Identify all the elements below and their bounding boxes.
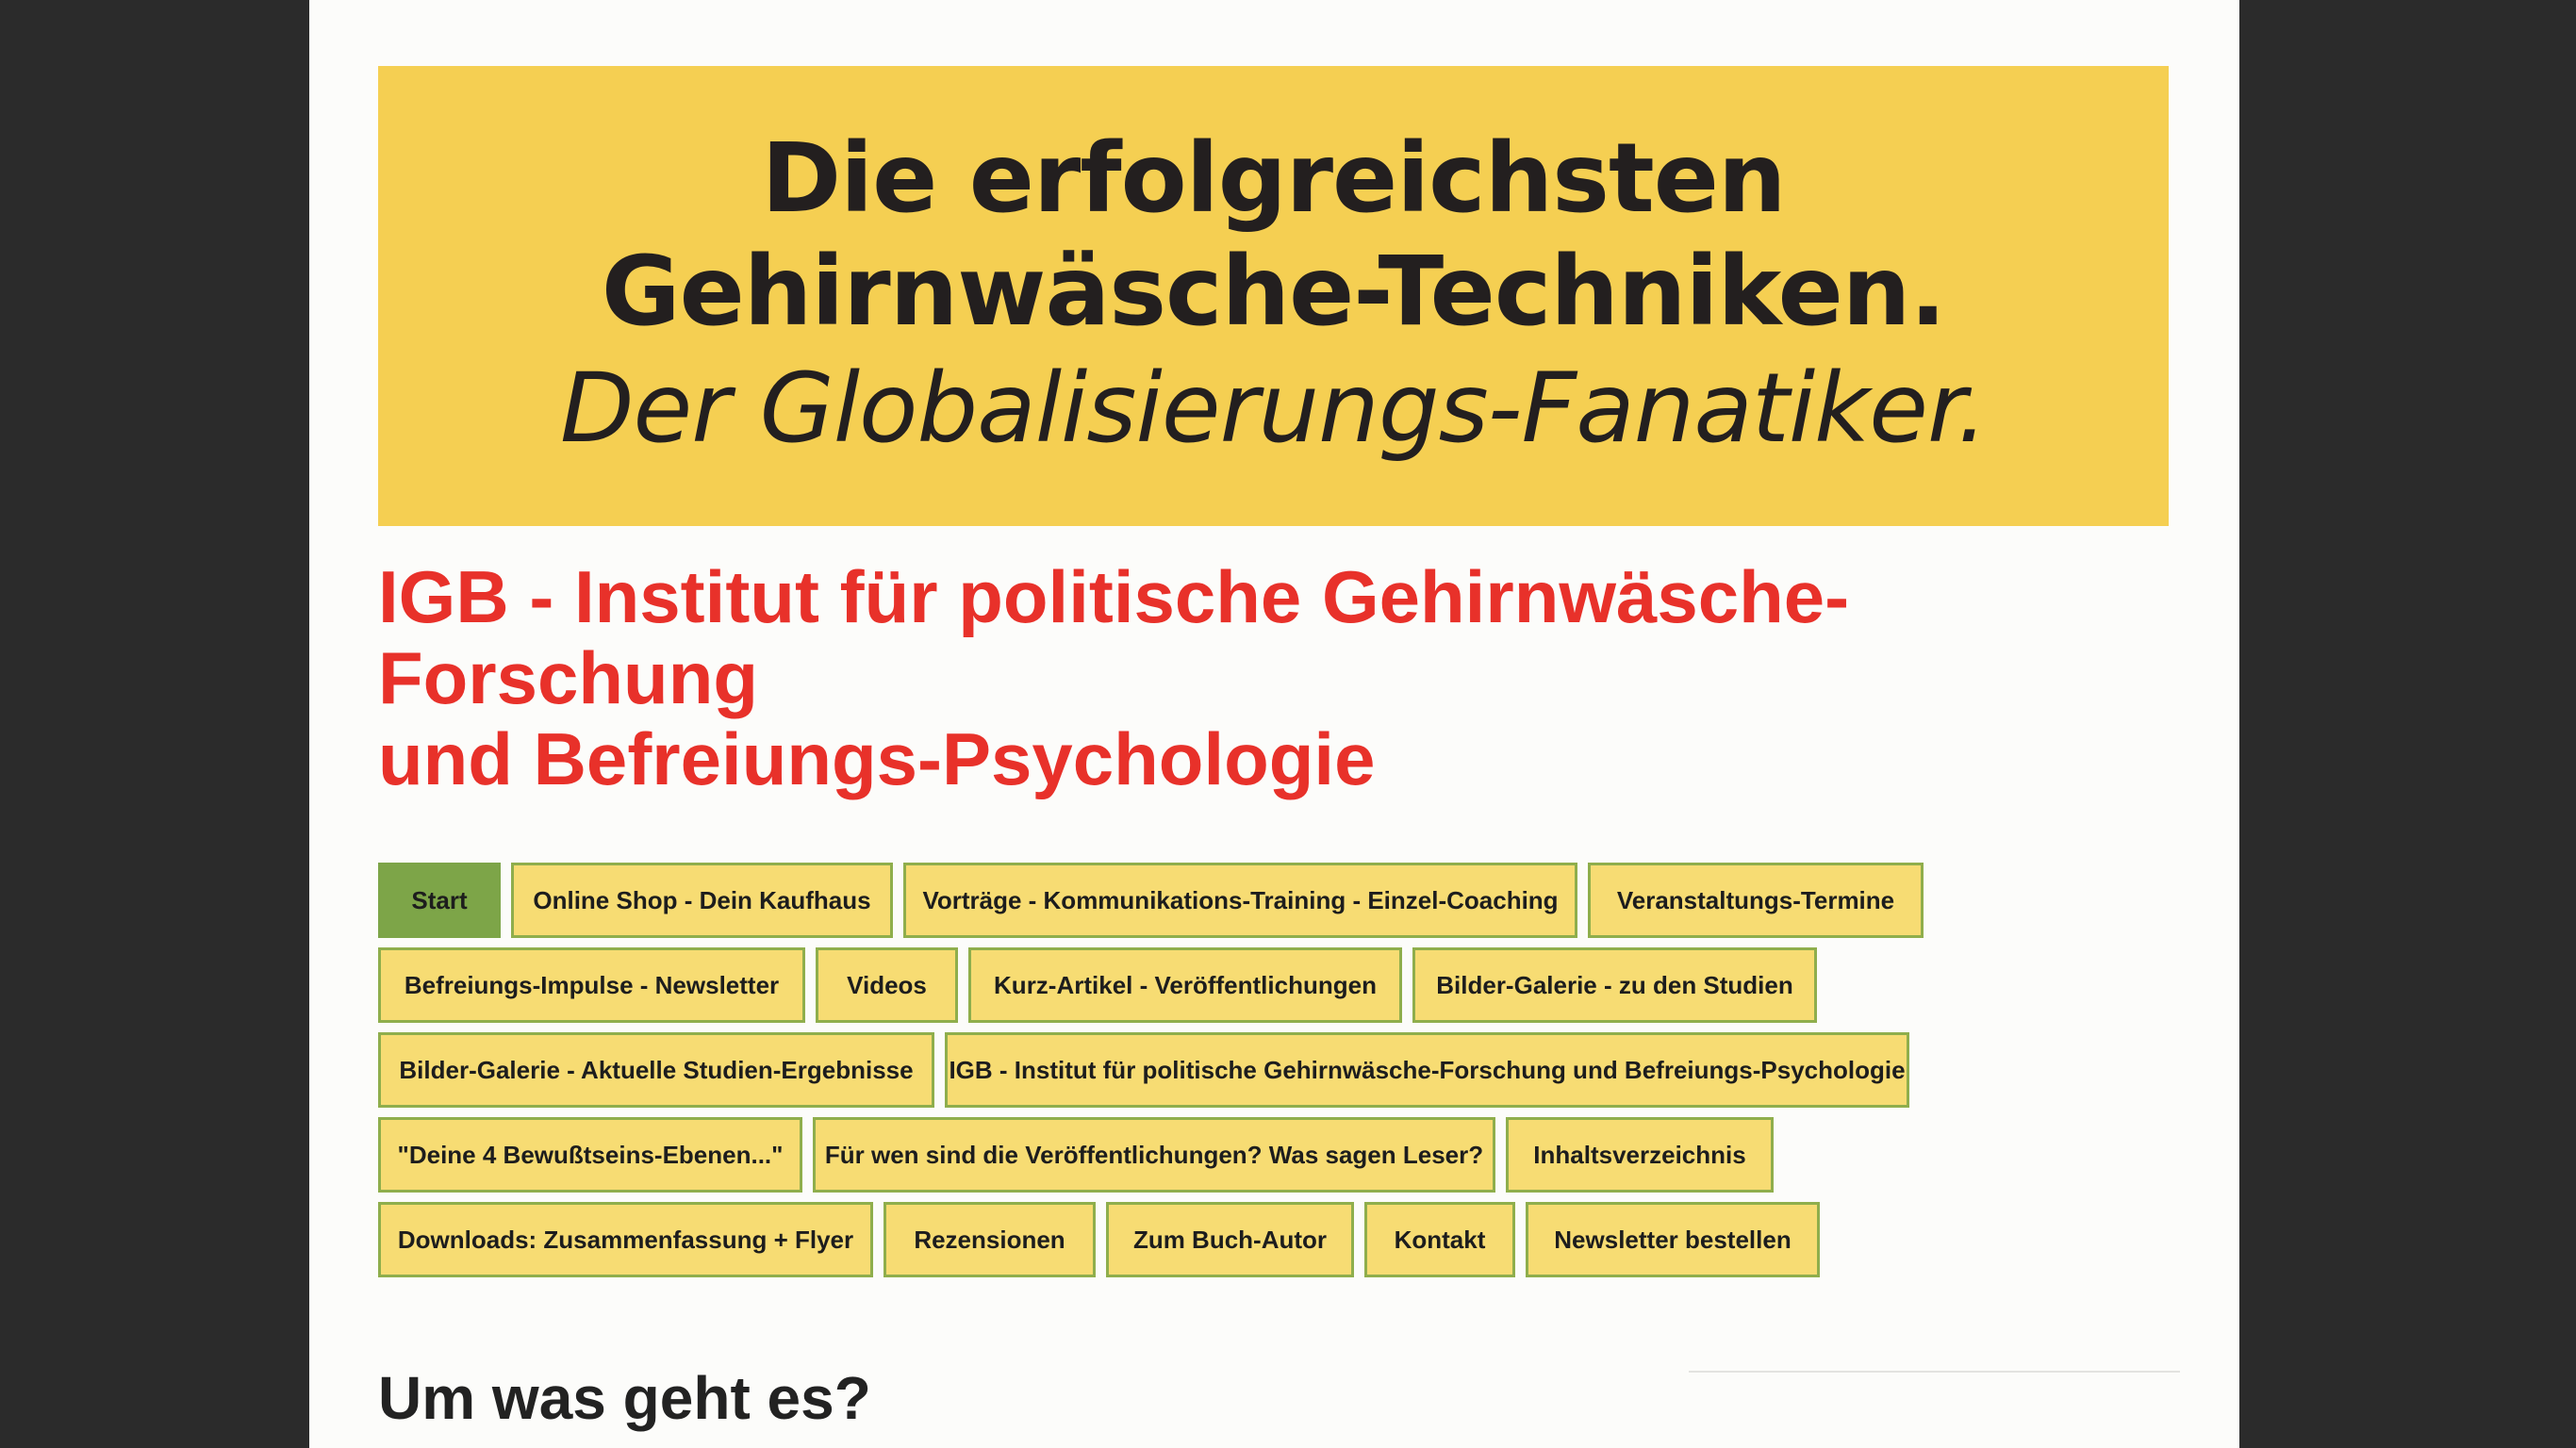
nav-item-inhaltsverzeichnis[interactable]: Inhaltsverzeichnis: [1506, 1117, 1774, 1193]
nav-item-fuer-wen[interactable]: Für wen sind die Veröffentlichungen? Was…: [813, 1117, 1495, 1193]
nav-item-vortraege[interactable]: Vorträge - Kommunikations-Training - Ein…: [903, 863, 1577, 938]
nav-item-veranstaltungs-termine[interactable]: Veranstaltungs-Termine: [1588, 863, 1924, 938]
banner-line-2: Gehirnwäsche-Techniken.: [601, 236, 1946, 348]
nav-item-rezensionen[interactable]: Rezensionen: [883, 1202, 1096, 1277]
nav-row: Bilder-Galerie - Aktuelle Studien-Ergebn…: [378, 1032, 2217, 1108]
nav-row: Start Online Shop - Dein Kaufhaus Vorträ…: [378, 863, 2217, 938]
nav-item-befreiungs-impulse[interactable]: Befreiungs-Impulse - Newsletter: [378, 947, 805, 1023]
sidebar-divider: [1689, 1371, 2180, 1373]
nav-item-downloads[interactable]: Downloads: Zusammenfassung + Flyer: [378, 1202, 873, 1277]
site-title: IGB - Institut für politische Gehirnwäsc…: [378, 556, 2217, 799]
nav-item-videos[interactable]: Videos: [816, 947, 958, 1023]
nav-row: Downloads: Zusammenfassung + Flyer Rezen…: [378, 1202, 2217, 1277]
nav-item-bewusstseins-ebenen[interactable]: "Deine 4 Bewußtseins-Ebenen...": [378, 1117, 802, 1193]
section-heading: Um was geht es?: [378, 1364, 871, 1432]
nav-item-bilder-galerie-studien[interactable]: Bilder-Galerie - zu den Studien: [1412, 947, 1817, 1023]
nav-item-kontakt[interactable]: Kontakt: [1364, 1202, 1515, 1277]
banner-line-3: Der Globalisierungs-Fanatiker.: [560, 353, 1988, 465]
header-banner: Die erfolgreichsten Gehirnwäsche-Technik…: [378, 66, 2169, 526]
nav-item-kurz-artikel[interactable]: Kurz-Artikel - Veröffentlichungen: [968, 947, 1402, 1023]
nav-item-igb-institut[interactable]: IGB - Institut für politische Gehirnwäsc…: [945, 1032, 1909, 1108]
page-container: Die erfolgreichsten Gehirnwäsche-Technik…: [309, 0, 2239, 1448]
nav-item-newsletter-bestellen[interactable]: Newsletter bestellen: [1526, 1202, 1820, 1277]
site-title-line-1: IGB - Institut für politische Gehirnwäsc…: [378, 555, 1850, 719]
nav-row: Befreiungs-Impulse - Newsletter Videos K…: [378, 947, 2217, 1023]
nav-item-zum-buch-autor[interactable]: Zum Buch-Autor: [1106, 1202, 1354, 1277]
nav-item-start[interactable]: Start: [378, 863, 501, 938]
banner-line-1: Die erfolgreichsten: [761, 123, 1786, 235]
nav-item-bilder-galerie-ergebnisse[interactable]: Bilder-Galerie - Aktuelle Studien-Ergebn…: [378, 1032, 934, 1108]
site-title-line-2: und Befreiungs-Psychologie: [378, 717, 1376, 800]
nav-item-online-shop[interactable]: Online Shop - Dein Kaufhaus: [511, 863, 893, 938]
nav-row: "Deine 4 Bewußtseins-Ebenen..." Für wen …: [378, 1117, 2217, 1193]
main-navigation: Start Online Shop - Dein Kaufhaus Vorträ…: [378, 863, 2217, 1287]
